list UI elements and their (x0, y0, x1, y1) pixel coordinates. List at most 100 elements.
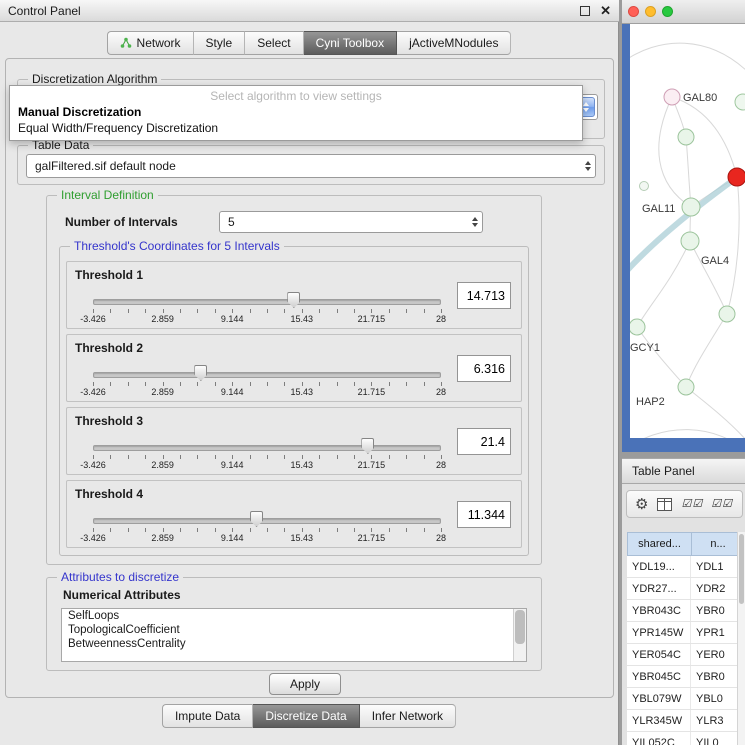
columns-icon[interactable] (657, 498, 672, 511)
table-row[interactable]: YBR045CYBR0 (627, 666, 745, 688)
tab-jactivemnodules[interactable]: jActiveMNodules (397, 31, 511, 55)
dropdown-option-equal-width[interactable]: Equal Width/Frequency Discretization (18, 121, 218, 135)
cell-shared-name[interactable]: YER054C (627, 644, 691, 665)
tab-network[interactable]: Network (107, 31, 194, 55)
node-gal11[interactable] (682, 198, 700, 216)
slider-scale-labels: -3.4262.8599.14415.4321.71528 (93, 460, 441, 470)
cell-shared-name[interactable]: YDR27... (627, 578, 691, 599)
node[interactable] (719, 306, 735, 322)
cell-shared-name[interactable]: YBR043C (627, 600, 691, 621)
slider-track[interactable] (93, 518, 441, 524)
checkbox-icon: ☑ (711, 499, 721, 510)
node-edge-clipped[interactable] (735, 94, 745, 110)
threshold-value-field[interactable] (457, 355, 511, 382)
threshold-slider[interactable]: -3.4262.8599.14415.4321.71528 (93, 440, 441, 470)
numerical-attributes-list[interactable]: SelfLoopsTopologicalCoefficientBetweenne… (61, 608, 527, 662)
threshold-slider[interactable]: -3.4262.8599.14415.4321.71528 (93, 367, 441, 397)
node[interactable] (678, 129, 694, 145)
threshold-value-field[interactable] (457, 428, 511, 455)
slider-thumb[interactable] (361, 438, 374, 454)
slider-track[interactable] (93, 372, 441, 378)
minimize-traffic-light[interactable] (645, 6, 656, 17)
column-header-shared-name[interactable]: shared... (627, 532, 691, 556)
table-row[interactable]: YDL19...YDL1 (627, 556, 745, 578)
node-gal4[interactable] (681, 232, 699, 250)
cell-shared-name[interactable]: YIL052C (627, 732, 691, 745)
slider-track[interactable] (93, 299, 441, 305)
node-gal80[interactable] (664, 89, 680, 105)
scrollbar-thumb[interactable] (515, 610, 525, 644)
combo-value: 5 (228, 212, 235, 232)
node-selected-red[interactable] (728, 168, 745, 186)
tab-label: Infer Network (372, 709, 443, 723)
node-hap2[interactable] (678, 379, 694, 395)
cell-shared-name[interactable]: YDL19... (627, 556, 691, 577)
network-view-window: GAL80 GAL11 GAL4 GCY1 HAP2 (622, 0, 745, 452)
table-header-row: shared... n... (627, 532, 745, 556)
attribute-item[interactable]: BetweennessCentrality (62, 637, 526, 651)
gear-icon[interactable]: ⚙ (635, 497, 648, 512)
slider-scale-labels: -3.4262.8599.14415.4321.71528 (93, 314, 441, 324)
threshold-value-field[interactable] (457, 501, 511, 528)
number-of-intervals-combo[interactable]: 5 (219, 211, 483, 233)
tab-impute-data[interactable]: Impute Data (162, 704, 253, 728)
attribute-item[interactable]: SelfLoops (62, 609, 526, 623)
tab-select[interactable]: Select (245, 31, 303, 55)
table-row[interactable]: YPR145WYPR1 (627, 622, 745, 644)
table-row[interactable]: YLR345WYLR3 (627, 710, 745, 732)
node-label: HAP2 (636, 396, 665, 408)
network-window-titlebar[interactable] (622, 0, 745, 24)
threshold-slider[interactable]: -3.4262.8599.14415.4321.71528 (93, 294, 441, 324)
node-small[interactable] (640, 182, 649, 191)
apply-button[interactable]: Apply (269, 673, 341, 695)
number-of-intervals-label: Number of Intervals (65, 215, 178, 229)
tab-infer-network[interactable]: Infer Network (360, 704, 456, 728)
cell-shared-name[interactable]: YPR145W (627, 622, 691, 643)
close-traffic-light[interactable] (628, 6, 639, 17)
node-gcy1[interactable] (630, 319, 645, 335)
scrollbar-thumb[interactable] (739, 534, 744, 604)
zoom-traffic-light[interactable] (662, 6, 673, 17)
network-canvas[interactable]: GAL80 GAL11 GAL4 GCY1 HAP2 (630, 24, 745, 438)
table-row[interactable]: YBR043CYBR0 (627, 600, 745, 622)
table-data-group: Table Data galFiltered.sif default node (17, 145, 605, 185)
table-row[interactable]: YER054CYER0 (627, 644, 745, 666)
slider-thumb[interactable] (250, 511, 263, 527)
tab-cyni-toolbox[interactable]: Cyni Toolbox (304, 31, 397, 55)
cell-shared-name[interactable]: YBL079W (627, 688, 691, 709)
table-scrollbar[interactable] (737, 532, 745, 745)
attribute-item[interactable]: TopologicalCoefficient (62, 623, 526, 637)
threshold-box: Threshold 2-3.4262.8599.14415.4321.71528 (66, 334, 522, 402)
tab-style[interactable]: Style (194, 31, 246, 55)
table-row[interactable]: YIL052CYIL0 (627, 732, 745, 745)
threshold-box: Threshold 1 -3.4262.8599.14415.4321.71528 (66, 261, 522, 329)
select-columns-icon[interactable]: ☑☑ (681, 499, 702, 510)
table-row[interactable]: YBL079WYBL0 (627, 688, 745, 710)
threshold-label: Threshold 1 (75, 268, 143, 282)
attributes-group: Attributes to discretize Numerical Attri… (46, 577, 542, 671)
slider-ticks (93, 528, 441, 532)
close-button[interactable]: ✕ (600, 4, 611, 18)
node-label: GCY1 (630, 342, 660, 354)
threshold-box: Threshold 3-3.4262.8599.14415.4321.71528 (66, 407, 522, 475)
threshold-slider[interactable]: -3.4262.8599.14415.4321.71528 (93, 513, 441, 543)
select-rows-icon[interactable]: ☑☑ (711, 499, 732, 510)
tab-label: Select (257, 36, 290, 50)
slider-thumb[interactable] (194, 365, 207, 381)
threshold-value-field[interactable] (457, 282, 511, 309)
slider-thumb[interactable] (287, 292, 300, 308)
cell-shared-name[interactable]: YLR345W (627, 710, 691, 731)
cell-shared-name[interactable]: YBR045C (627, 666, 691, 687)
table-panel-titlebar[interactable]: Table Panel (622, 458, 745, 484)
slider-track[interactable] (93, 445, 441, 451)
cyni-toolbox-panel: Discretization Algorithm Select algorith… (5, 58, 614, 698)
table-row[interactable]: YDR27...YDR2 (627, 578, 745, 600)
dropdown-option-manual-discretization[interactable]: Manual Discretization (18, 105, 141, 119)
tab-discretize-data[interactable]: Discretize Data (253, 704, 359, 728)
list-scrollbar[interactable] (513, 609, 526, 661)
float-window-button[interactable] (578, 4, 592, 18)
thresholds-container: Threshold 1 -3.4262.8599.14415.4321.71528… (66, 261, 522, 553)
control-panel-titlebar[interactable]: Control Panel ✕ (0, 0, 619, 22)
table-data-combo[interactable]: galFiltered.sif default node (26, 154, 596, 178)
node-table: shared... n... YDL19...YDL1YDR27...YDR2Y… (627, 532, 745, 745)
